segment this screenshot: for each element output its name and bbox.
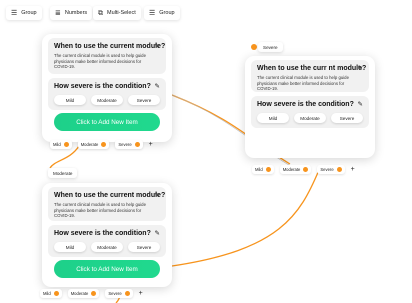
toolbar-group-button-2[interactable]: ☰ Group: [144, 6, 180, 20]
severity-question-section: How severe is the condition? ✎ Mild Mode…: [48, 78, 166, 110]
add-option-icon[interactable]: +: [351, 166, 355, 173]
pill-mild-label: Mild: [43, 291, 51, 296]
option-severe[interactable]: Severe: [128, 242, 160, 252]
severity-question-title: How severe is the condition?: [54, 230, 151, 237]
add-option-icon[interactable]: +: [139, 290, 143, 297]
option-mild[interactable]: Mild: [54, 95, 86, 105]
pill-mild-label: Mild: [53, 142, 61, 147]
edit-icon[interactable]: ✎: [358, 100, 363, 108]
top-toolbar: ☰ Group ≣ Numbers ⧉ Multi-Select ☰ Group: [0, 0, 412, 26]
edit-icon[interactable]: ✎: [155, 42, 160, 50]
pill-dot[interactable]: [91, 291, 97, 296]
pill-mild[interactable]: Mild: [252, 165, 274, 174]
severe-tag[interactable]: Severe: [258, 42, 283, 52]
toolbar-numbers-button[interactable]: ≣ Numbers: [50, 6, 93, 20]
pill-moderate[interactable]: Moderate: [279, 165, 312, 174]
pill-mild-label: Mild: [255, 167, 263, 172]
add-new-item-button[interactable]: Click to Add New Item: [54, 260, 160, 278]
module-question-title: When to use the current module?: [54, 192, 166, 199]
module-description: The current clinical module is used to h…: [54, 202, 146, 218]
card-2-pills: Mild Moderate Severe +: [252, 165, 355, 174]
moderate-tag[interactable]: Moderate: [48, 168, 78, 178]
pill-severe-label: Severe: [320, 167, 334, 172]
severity-question-section: How severe is the condition? ✎ Mild Mode…: [251, 96, 369, 128]
option-mild[interactable]: Mild: [54, 242, 86, 252]
severity-options: Mild Moderate Severe: [54, 242, 160, 252]
edit-icon[interactable]: ✎: [155, 82, 160, 90]
module-question-title: When to use the current module?: [54, 43, 166, 50]
module-question-section: When to use the current module? ✎ The cu…: [48, 38, 166, 74]
pill-dot[interactable]: [303, 167, 309, 172]
pill-severe[interactable]: Severe: [115, 140, 143, 149]
toolbar-numbers-label: Numbers: [64, 10, 88, 16]
module-description: The current clinical module is used to h…: [54, 53, 146, 69]
pill-moderate[interactable]: Moderate: [77, 140, 110, 149]
list-icon: ☰: [11, 9, 18, 17]
option-moderate[interactable]: Moderate: [91, 242, 123, 252]
edit-icon[interactable]: ✎: [358, 64, 363, 72]
option-mild[interactable]: Mild: [257, 113, 289, 123]
pill-moderate-label: Moderate: [70, 291, 89, 296]
pill-severe-label: Severe: [118, 142, 132, 147]
numbered-list-icon: ≣: [55, 9, 61, 17]
toolbar-multiselect-button[interactable]: ⧉ Multi-Select: [93, 6, 141, 20]
severity-question-section: How severe is the condition? ✎ Mild Mode…: [48, 225, 166, 257]
multi-select-icon: ⧉: [98, 9, 103, 17]
toolbar-group-button[interactable]: ☰ Group: [6, 6, 42, 20]
connector-moderate: [49, 145, 80, 169]
pill-dot[interactable]: [53, 291, 59, 296]
pill-dot[interactable]: [265, 167, 271, 172]
pill-moderate[interactable]: Moderate: [67, 289, 100, 298]
toolbar-group-label-2: Group: [159, 10, 175, 16]
pill-dot[interactable]: [134, 142, 140, 147]
moderate-tag-label: Moderate: [53, 170, 73, 176]
edit-icon[interactable]: ✎: [155, 191, 160, 199]
module-description: The current clinical module is used to h…: [257, 75, 349, 91]
add-new-item-button[interactable]: Click to Add New Item: [54, 113, 160, 131]
pill-dot[interactable]: [124, 291, 130, 296]
card-3-pills: Mild Moderate Severe +: [40, 289, 143, 298]
edit-icon[interactable]: ✎: [155, 229, 160, 237]
module-question-section: When to use the curr nt module? ✎ The cu…: [251, 60, 369, 92]
pill-severe[interactable]: Severe: [105, 289, 133, 298]
option-moderate[interactable]: Moderate: [294, 113, 326, 123]
option-severe[interactable]: Severe: [128, 95, 160, 105]
severe-tag-dot[interactable]: [251, 44, 257, 50]
severity-options: Mild Moderate Severe: [257, 113, 363, 123]
add-option-icon[interactable]: +: [149, 141, 153, 148]
severity-question-title: How severe is the condition?: [54, 83, 151, 90]
module-card-2: When to use the curr nt module? ✎ The cu…: [245, 56, 375, 158]
pill-mild[interactable]: Mild: [40, 289, 62, 298]
pill-dot[interactable]: [336, 167, 342, 172]
pill-mild[interactable]: Mild: [50, 140, 72, 149]
list-icon: ☰: [149, 9, 156, 17]
toolbar-multiselect-label: Multi-Select: [107, 10, 136, 16]
pill-moderate-label: Moderate: [80, 142, 99, 147]
module-card-3: When to use the current module? ✎ The cu…: [42, 183, 172, 287]
severity-question-title: How severe is the condition?: [257, 101, 354, 108]
pill-dot[interactable]: [63, 142, 69, 147]
module-card-1: When to use the current module? ✎ The cu…: [42, 34, 172, 142]
connector-severe-bottom: [171, 169, 320, 267]
pill-severe-label: Severe: [108, 291, 122, 296]
pill-moderate-label: Moderate: [282, 167, 301, 172]
pill-dot[interactable]: [101, 142, 107, 147]
option-moderate[interactable]: Moderate: [91, 95, 123, 105]
severity-options: Mild Moderate Severe: [54, 95, 160, 105]
card-1-pills: Mild Moderate Severe +: [50, 140, 153, 149]
toolbar-group-label: Group: [21, 10, 37, 16]
option-severe[interactable]: Severe: [331, 113, 363, 123]
pill-severe[interactable]: Severe: [317, 165, 345, 174]
severe-tag-label: Severe: [263, 44, 278, 50]
module-question-section: When to use the current module? ✎ The cu…: [48, 187, 166, 221]
module-question-title: When to use the curr nt module?: [257, 65, 367, 72]
